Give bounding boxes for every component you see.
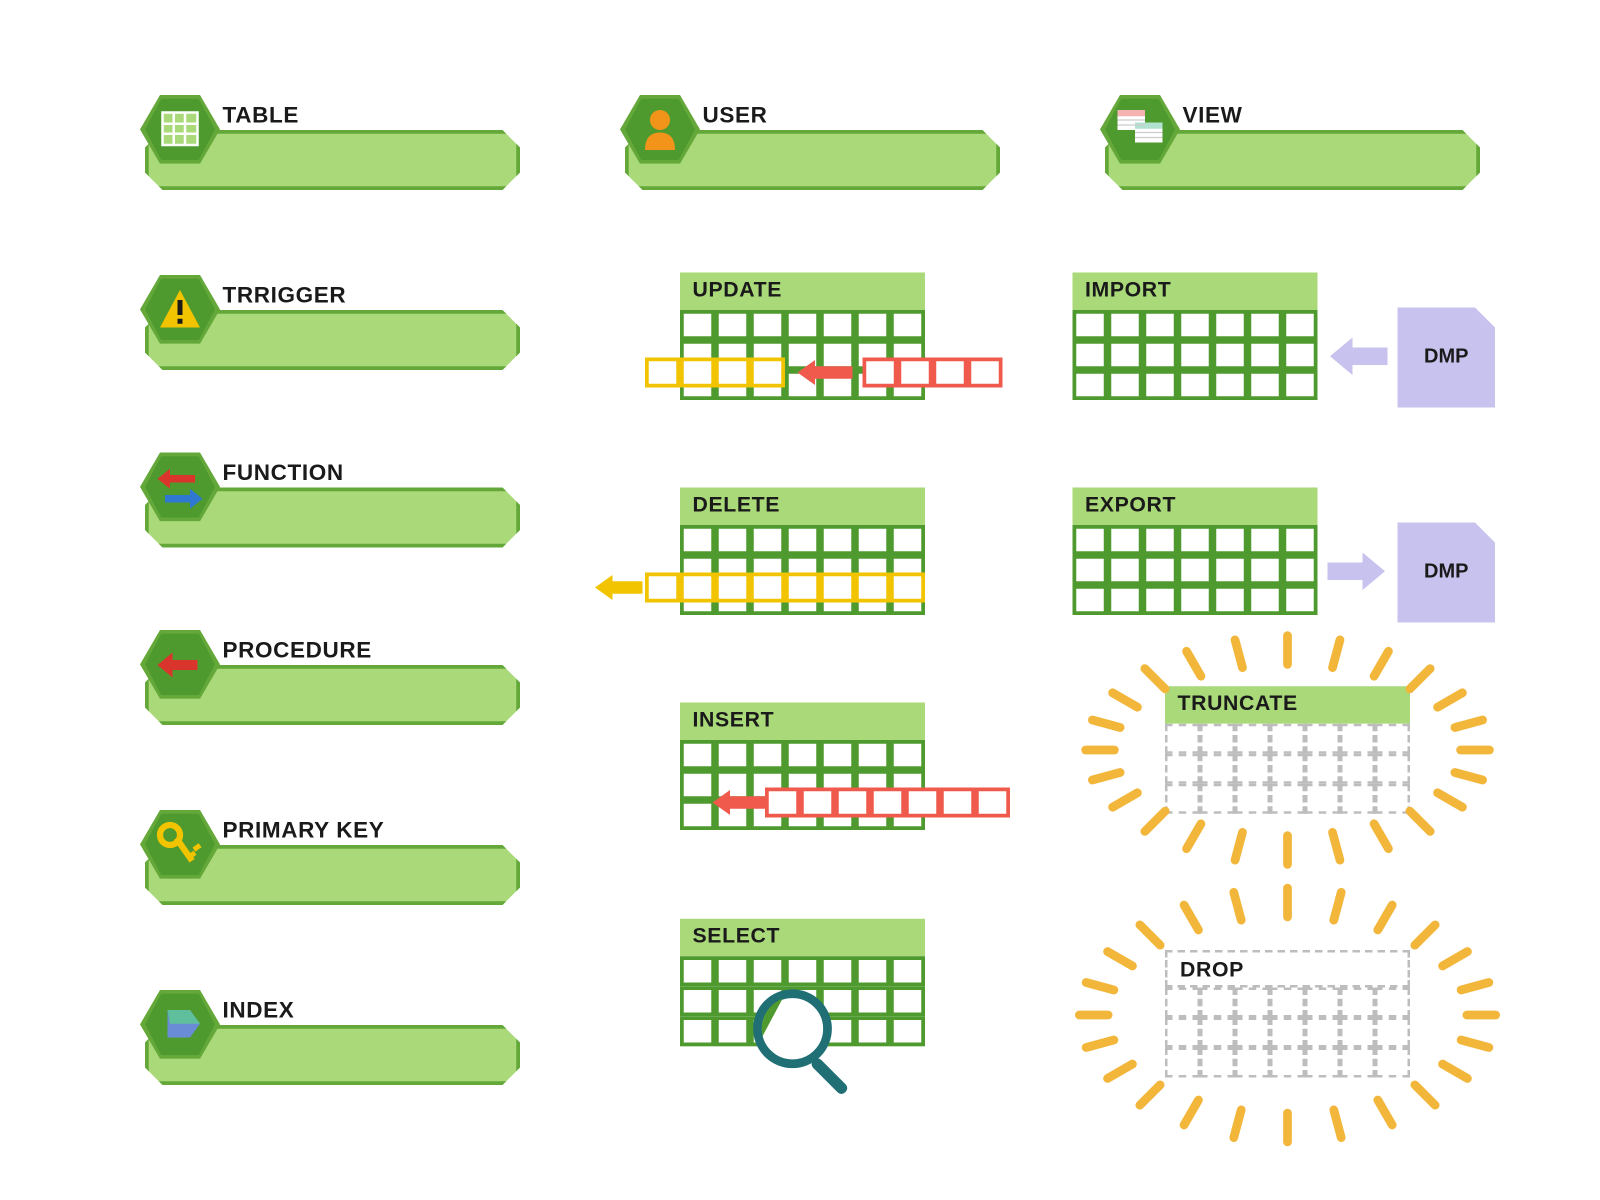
op-label: DROP	[1165, 950, 1410, 988]
slot-label: TABLE	[223, 103, 299, 129]
op-export: EXPORT	[1073, 488, 1318, 616]
hex-icon-function	[140, 453, 220, 522]
op-label: TRUNCATE	[1165, 686, 1410, 724]
slot-view: VIEW	[1105, 130, 1480, 190]
dmp-document: DMP	[1398, 523, 1496, 623]
op-label: EXPORT	[1073, 488, 1318, 526]
slot-function: FUNCTION	[145, 488, 520, 548]
slot-label: INDEX	[223, 998, 295, 1024]
hex-icon-trigger	[140, 275, 220, 344]
op-grid-empty	[1165, 724, 1410, 814]
grid-icon	[163, 113, 198, 146]
hex-icon-primarykey	[140, 810, 220, 879]
dmp-label: DMP	[1424, 346, 1468, 369]
delete-row	[645, 573, 925, 603]
update-dest-row	[645, 358, 785, 388]
op-drop: DROP	[1165, 950, 1410, 1078]
arrow-left-icon	[1328, 335, 1388, 378]
dmp-document: DMP	[1398, 308, 1496, 408]
op-label: SELECT	[680, 919, 925, 957]
op-import: IMPORT	[1073, 273, 1318, 401]
slot-user: USER	[625, 130, 1000, 190]
hex-icon-procedure	[140, 630, 220, 699]
hex-icon-user	[620, 95, 700, 164]
hex-icon-view	[1100, 95, 1180, 164]
op-grid-empty	[1165, 988, 1410, 1078]
magnifier-icon	[745, 981, 870, 1106]
arrow-left-icon	[593, 573, 643, 603]
slot-procedure: PROCEDURE	[145, 665, 520, 725]
op-truncate: TRUNCATE	[1165, 686, 1410, 814]
arrow-left-icon	[795, 358, 853, 388]
op-label: IMPORT	[1073, 273, 1318, 311]
slot-primarykey: PRIMARY KEY	[145, 845, 520, 905]
slot-label: VIEW	[1183, 103, 1243, 129]
slot-index: INDEX	[145, 1025, 520, 1085]
insert-src-row	[765, 788, 1010, 818]
hex-icon-index	[140, 990, 220, 1059]
slot-label: FUNCTION	[223, 460, 344, 486]
hex-icon-table	[140, 95, 220, 164]
slot-trigger: TRRIGGER	[145, 310, 520, 370]
op-grid	[1073, 525, 1318, 615]
update-src-row	[863, 358, 1003, 388]
arrow-left-icon	[710, 788, 765, 818]
op-label: UPDATE	[680, 273, 925, 311]
op-grid	[1073, 310, 1318, 400]
slot-label: USER	[703, 103, 768, 129]
dmp-label: DMP	[1424, 561, 1468, 584]
arrow-right-icon	[1328, 550, 1388, 593]
slot-label: TRRIGGER	[223, 283, 347, 309]
slot-label: PROCEDURE	[223, 638, 372, 664]
slot-label: PRIMARY KEY	[223, 818, 385, 844]
slot-table: TABLE	[145, 130, 520, 190]
op-label: INSERT	[680, 703, 925, 741]
op-label: DELETE	[680, 488, 925, 526]
